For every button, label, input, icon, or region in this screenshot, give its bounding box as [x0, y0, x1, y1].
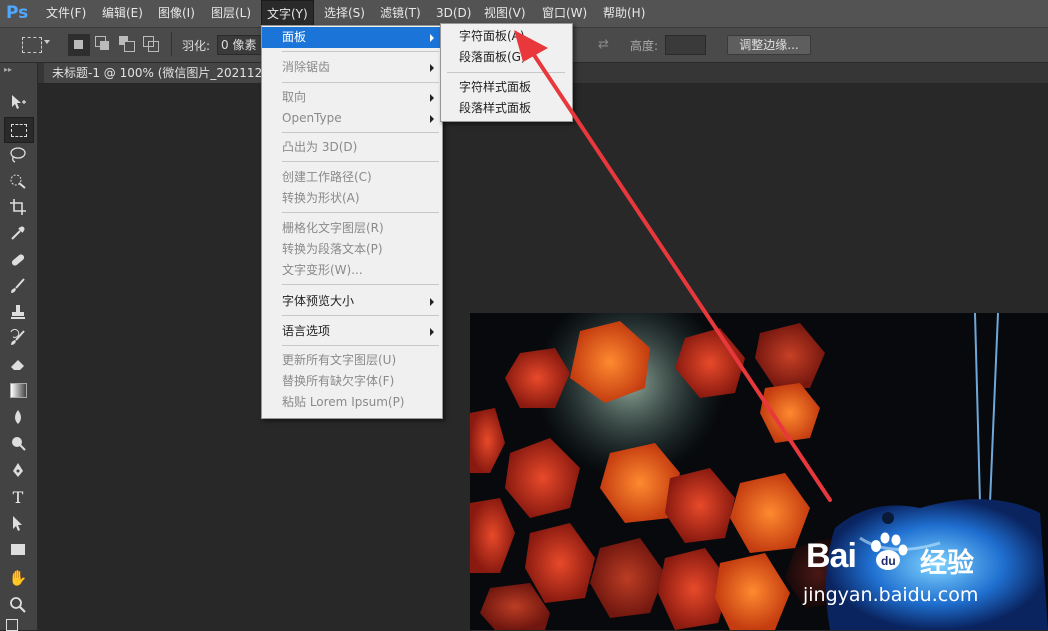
- watermark-url: jingyan.baidu.com: [803, 584, 979, 606]
- svg-text:du: du: [881, 554, 896, 568]
- paw-icon: du: [871, 532, 908, 570]
- baidu-jingyan-text: 经验: [920, 548, 974, 579]
- baidu-logo: Bai: [806, 537, 857, 575]
